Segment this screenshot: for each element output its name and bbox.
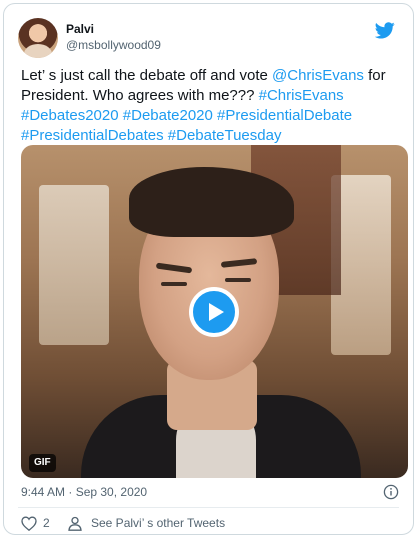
tweet-timestamp[interactable]: 9:44 AM · Sep 30, 2020 xyxy=(21,484,147,500)
play-icon xyxy=(209,303,224,321)
gif-media[interactable]: GIF xyxy=(21,145,408,478)
tweet-header: Palvi @msbollywood09 xyxy=(18,18,399,60)
avatar-figure xyxy=(24,44,52,58)
hashtag-link[interactable]: #ChrisEvans xyxy=(259,87,344,104)
gif-badge: GIF xyxy=(29,454,56,472)
hashtag-link[interactable]: #Debates2020 xyxy=(21,107,119,124)
twitter-bird-icon[interactable] xyxy=(375,22,395,39)
tweet-actions: 2 See Palvi’ s other Tweets xyxy=(21,514,381,534)
hashtag-link[interactable]: #DebateTuesday xyxy=(168,127,282,144)
figure-eye xyxy=(161,282,187,286)
figure-eye xyxy=(225,278,251,282)
tweet-text-intro: Let’ s just call the debate off and vote xyxy=(21,67,273,84)
like-count: 2 xyxy=(43,516,50,530)
see-other-tweets-link[interactable]: See Palvi’ s other Tweets xyxy=(67,514,267,534)
user-handle[interactable]: @msbollywood09 xyxy=(66,37,161,54)
mention-link[interactable]: @ChrisEvans xyxy=(272,67,364,84)
person-icon xyxy=(68,516,82,531)
see-other-tweets-label: See Palvi’ s other Tweets xyxy=(91,516,226,530)
avatar[interactable] xyxy=(18,18,58,58)
background-window xyxy=(39,185,109,345)
play-button[interactable] xyxy=(189,287,239,337)
divider xyxy=(18,507,399,508)
info-icon[interactable] xyxy=(383,484,399,500)
hashtag-link[interactable]: #Debate2020 xyxy=(123,107,213,124)
user-block[interactable]: Palvi @msbollywood09 xyxy=(66,22,161,54)
hashtag-link[interactable]: #PresidentialDebate xyxy=(217,107,352,124)
hashtag-link[interactable]: #PresidentialDebates xyxy=(21,127,164,144)
user-name[interactable]: Palvi xyxy=(66,22,161,37)
heart-icon xyxy=(21,516,37,531)
tweet-text: Let’ s just call the debate off and vote… xyxy=(21,66,401,146)
tweet-card: Palvi @msbollywood09 Let’ s just call th… xyxy=(3,3,414,535)
